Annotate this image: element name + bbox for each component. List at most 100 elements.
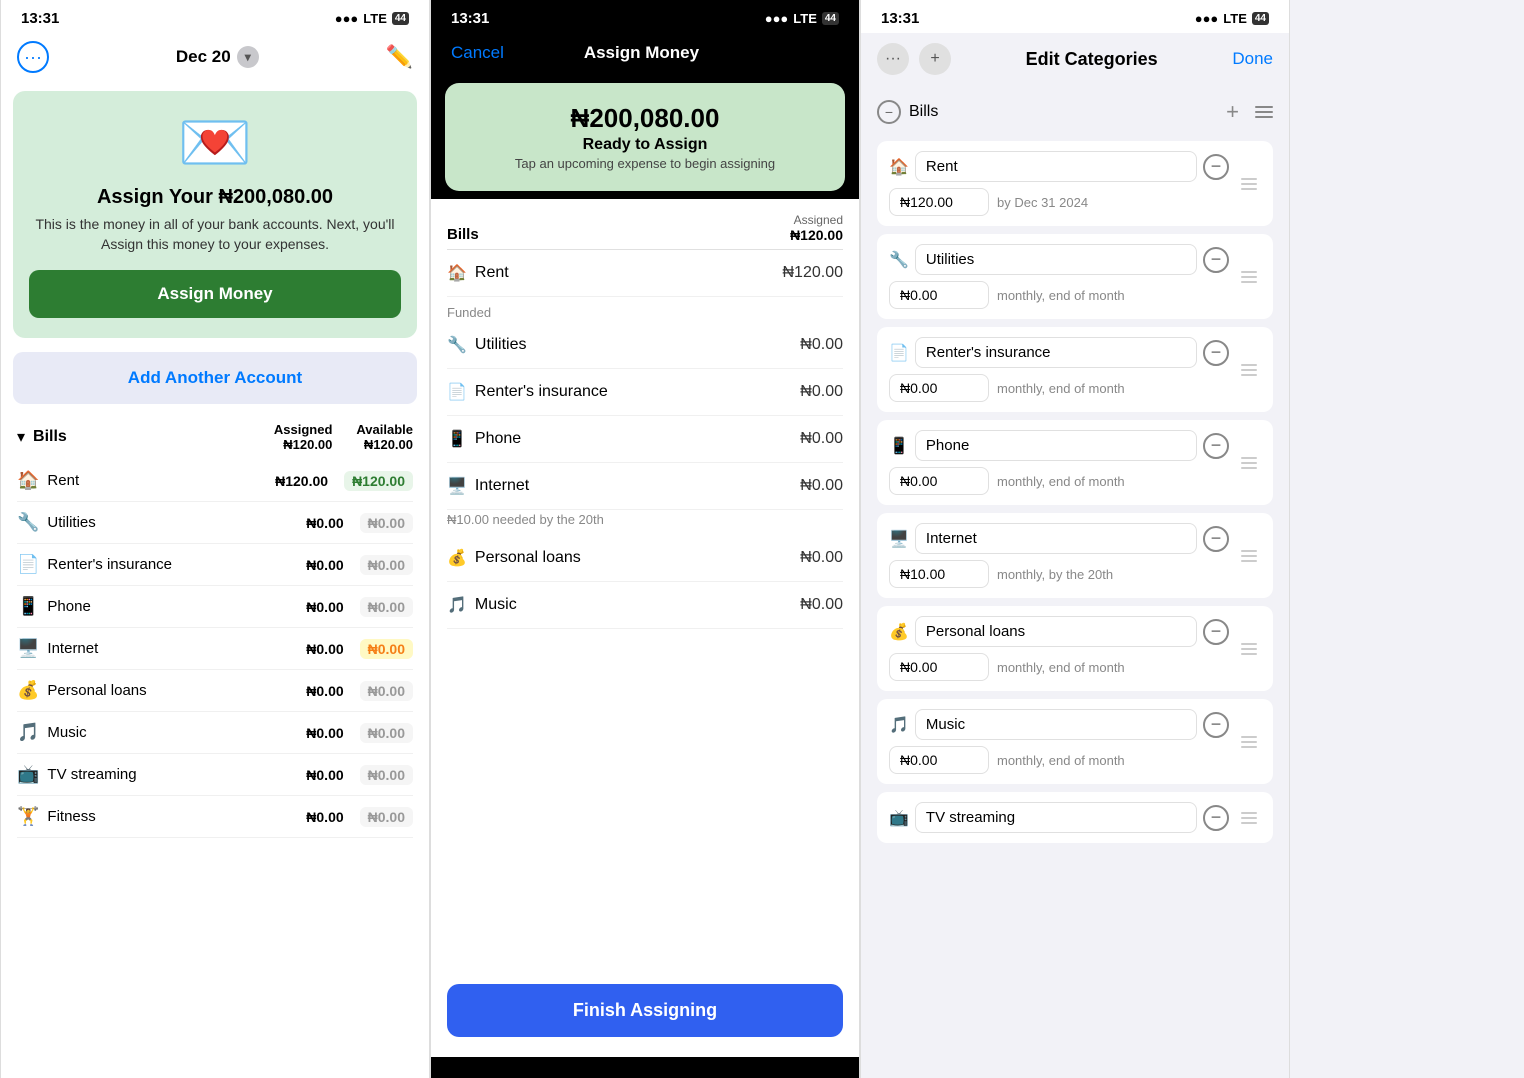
banner-description: This is the money in all of your bank ac… <box>29 215 401 254</box>
list-item[interactable]: 🔧Utilities ₦0.00 <box>447 322 843 369</box>
loans-name-input[interactable] <box>915 616 1197 647</box>
utilities-emoji: 🔧 <box>889 250 909 270</box>
table-row[interactable]: 🔧Utilities ₦0.00 ₦0.00 <box>17 502 413 544</box>
utilities-name-input[interactable] <box>915 244 1197 275</box>
cat-value-row-utilities: monthly, end of month <box>889 281 1229 309</box>
screen2-title: Assign Money <box>584 43 699 63</box>
edit-icon[interactable]: ✏️ <box>386 44 413 70</box>
table-row[interactable]: 📄Renter's insurance ₦0.00 ₦0.00 <box>17 544 413 586</box>
drag-handle-rent[interactable] <box>1237 174 1261 194</box>
nav-bar-3: ··· + Edit Categories Done <box>861 33 1289 87</box>
done-button[interactable]: Done <box>1232 49 1273 69</box>
menu-icon[interactable]: ··· <box>17 41 49 73</box>
bills-actions: + <box>1226 99 1273 125</box>
rent-name-input[interactable] <box>915 151 1197 182</box>
drag-handle-utilities[interactable] <box>1237 267 1261 287</box>
table-row[interactable]: 💰Personal loans ₦0.00 ₦0.00 <box>17 670 413 712</box>
edit-category-personal-loans: 💰 − monthly, end of month <box>877 606 1273 691</box>
status-bar-3: 13:31 ●●● LTE 44 <box>861 0 1289 33</box>
utilities-minus-icon[interactable]: − <box>1203 247 1229 273</box>
cat-value-row-renters: monthly, end of month <box>889 374 1229 402</box>
assign-money-button[interactable]: Assign Money <box>29 270 401 318</box>
bills-header: ▾ Bills Assigned ₦120.00 Available ₦120.… <box>17 418 413 456</box>
table-row[interactable]: 🎵Music ₦0.00 ₦0.00 <box>17 712 413 754</box>
edit-category-renters-insurance: 📄 − monthly, end of month <box>877 327 1273 412</box>
bills-section-title: Bills <box>33 428 67 446</box>
list-item[interactable]: 💰Personal loans ₦0.00 <box>447 535 843 582</box>
tv-name-input[interactable] <box>915 802 1197 833</box>
bills-section: ▾ Bills Assigned ₦120.00 Available ₦120.… <box>1 410 429 842</box>
menu-icon-3[interactable]: ··· <box>877 43 909 75</box>
add-icon-3[interactable]: + <box>919 43 951 75</box>
cancel-button[interactable]: Cancel <box>451 43 504 63</box>
renters-value-input[interactable] <box>889 374 989 402</box>
renters-name-input[interactable] <box>915 337 1197 368</box>
tv-minus-icon[interactable]: − <box>1203 805 1229 831</box>
loans-schedule: monthly, end of month <box>997 660 1125 675</box>
renters-minus-icon[interactable]: − <box>1203 340 1229 366</box>
table-row[interactable]: 🏠Rent ₦120.00 ₦120.00 <box>17 460 413 502</box>
music-name-input[interactable] <box>915 709 1197 740</box>
screen-1: 13:31 ●●● LTE 44 ··· Dec 20 ▾ ✏️ 💌 Assig… <box>0 0 430 1078</box>
internet-minus-icon[interactable]: − <box>1203 526 1229 552</box>
drag-handle-internet[interactable] <box>1237 546 1261 566</box>
table-row[interactable]: 📺TV streaming ₦0.00 ₦0.00 <box>17 754 413 796</box>
internet-note: ₦10.00 needed by the 20th <box>447 510 843 535</box>
list-item[interactable]: 📱Phone ₦0.00 <box>447 416 843 463</box>
cat-value-row-music: monthly, end of month <box>889 746 1229 774</box>
finish-assigning-button[interactable]: Finish Assigning <box>447 984 843 1037</box>
phone-value-input[interactable] <box>889 467 989 495</box>
table-row[interactable]: 📱Phone ₦0.00 ₦0.00 <box>17 586 413 628</box>
renters-emoji: 📄 <box>889 343 909 363</box>
loans-minus-icon[interactable]: − <box>1203 619 1229 645</box>
bills-collapse-icon[interactable]: − <box>877 100 901 124</box>
status-right-3: ●●● LTE 44 <box>1195 11 1269 26</box>
internet-name-input[interactable] <box>915 523 1197 554</box>
list-item[interactable]: 🎵Music ₦0.00 <box>447 582 843 629</box>
reorder-icon[interactable] <box>1255 106 1273 118</box>
list-item[interactable]: 🏠Rent ₦120.00 <box>447 250 843 297</box>
internet-value-input[interactable] <box>889 560 989 588</box>
phone-minus-icon[interactable]: − <box>1203 433 1229 459</box>
screen3-title: Edit Categories <box>1026 49 1158 70</box>
loans-value-input[interactable] <box>889 653 989 681</box>
cat-name-row-rent: 🏠 − <box>889 151 1229 182</box>
edit-category-tv-streaming: 📺 − <box>877 792 1273 843</box>
add-account-button[interactable]: Add Another Account <box>13 352 417 404</box>
signal-1: ●●● <box>335 11 359 26</box>
list-item[interactable]: 📄Renter's insurance ₦0.00 <box>447 369 843 416</box>
list-item[interactable]: 🖥️Internet ₦0.00 <box>447 463 843 510</box>
drag-handle-phone[interactable] <box>1237 453 1261 473</box>
drag-handle-renters[interactable] <box>1237 360 1261 380</box>
drag-handle-loans[interactable] <box>1237 639 1261 659</box>
bills-header-right: Assigned ₦120.00 Available ₦120.00 <box>274 422 413 452</box>
add-category-icon[interactable]: + <box>1226 99 1239 125</box>
phone-schedule: monthly, end of month <box>997 474 1125 489</box>
rent-minus-icon[interactable]: − <box>1203 154 1229 180</box>
rent-value-input[interactable] <box>889 188 989 216</box>
signal-3: ●●● <box>1195 11 1219 26</box>
edit-category-phone: 📱 − monthly, end of month <box>877 420 1273 505</box>
chevron-down-icon[interactable]: ▾ <box>237 46 259 68</box>
internet-schedule: monthly, by the 20th <box>997 567 1113 582</box>
table-row[interactable]: 🖥️Internet ₦0.00 ₦0.00 <box>17 628 413 670</box>
cat-value-row-rent: by Dec 31 2024 <box>889 188 1229 216</box>
bills-assigned-col: Assigned ₦120.00 <box>274 422 333 452</box>
money-envelope-icon: 💌 <box>178 107 253 178</box>
signal-2: ●●● <box>765 11 789 26</box>
nav-bar-1: ··· Dec 20 ▾ ✏️ <box>1 33 429 83</box>
cat-value-row-loans: monthly, end of month <box>889 653 1229 681</box>
utilities-value-input[interactable] <box>889 281 989 309</box>
chevron-expand-icon[interactable]: ▾ <box>17 427 25 447</box>
music-value-input[interactable] <box>889 746 989 774</box>
music-minus-icon[interactable]: − <box>1203 712 1229 738</box>
drag-handle-tv[interactable] <box>1237 808 1261 828</box>
phone-name-input[interactable] <box>915 430 1197 461</box>
battery-1: 44 <box>392 12 409 25</box>
table-row[interactable]: 🏋️Fitness ₦0.00 ₦0.00 <box>17 796 413 838</box>
lte-3: LTE <box>1223 11 1247 26</box>
battery-3: 44 <box>1252 12 1269 25</box>
screen-3: 13:31 ●●● LTE 44 ··· + Edit Categories D… <box>860 0 1290 1078</box>
cat-content-tv: 📺 − <box>889 802 1229 833</box>
drag-handle-music[interactable] <box>1237 732 1261 752</box>
